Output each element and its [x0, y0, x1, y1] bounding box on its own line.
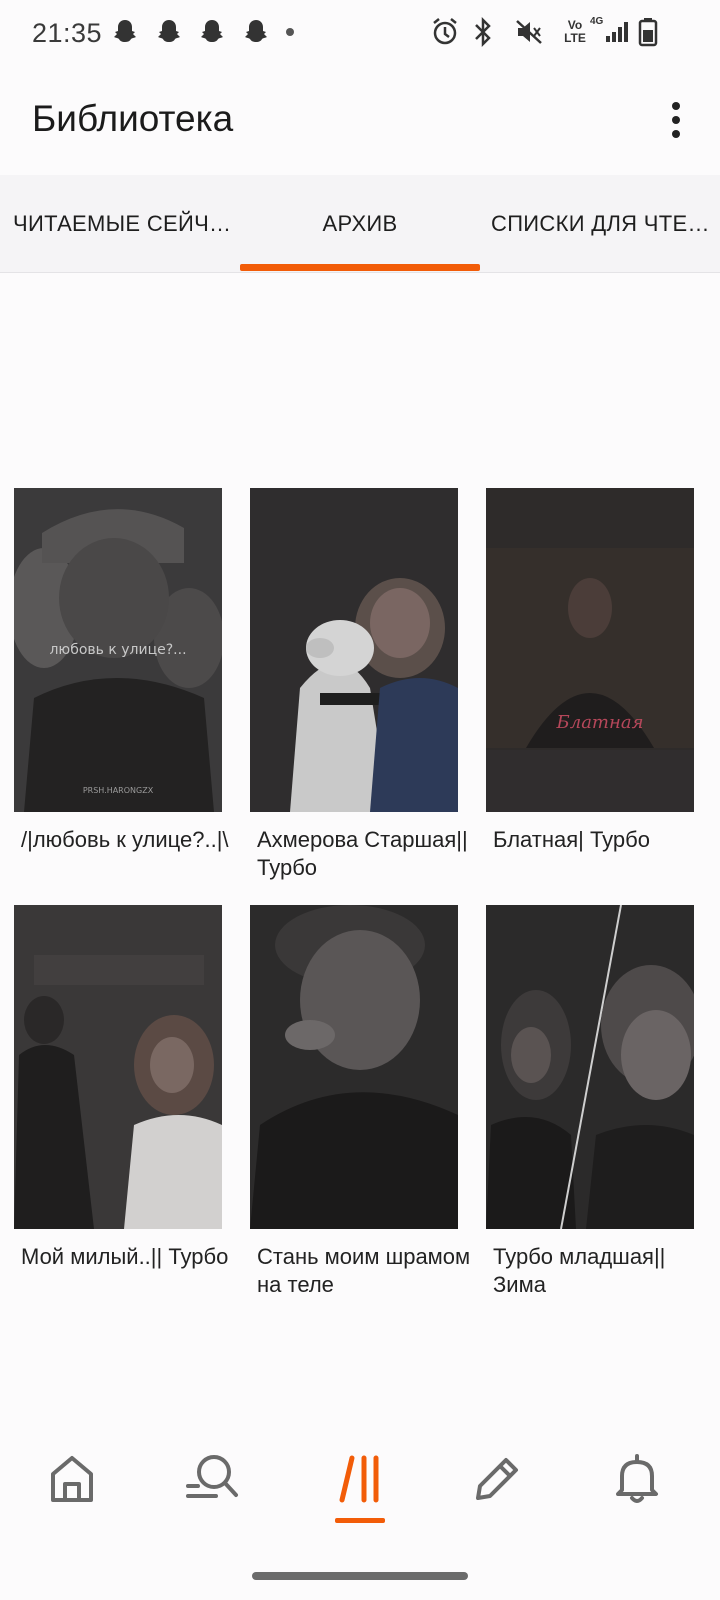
- battery-icon: [638, 18, 658, 47]
- signal-icon: [606, 22, 628, 42]
- home-icon: [51, 1456, 93, 1502]
- volte-bottom-label: LTE: [564, 31, 586, 45]
- story-cover-image: [250, 905, 458, 1229]
- status-time: 21:35: [32, 18, 103, 48]
- active-nav-indicator: [335, 1518, 385, 1523]
- library-icon: [339, 1455, 379, 1503]
- nav-write[interactable]: [450, 1452, 540, 1552]
- cover-text: любовь к улице?...: [49, 642, 186, 658]
- nav-search[interactable]: [167, 1452, 257, 1552]
- mute-icon: [516, 20, 542, 44]
- bottom-navigation: [0, 1452, 720, 1572]
- story-title[interactable]: Ахмерова Старшая||Турбо: [257, 826, 472, 882]
- app-bar: Библиотека: [0, 66, 720, 174]
- page-title: Библиотека: [32, 98, 234, 139]
- tab-reading-lists[interactable]: СПИСКИ ДЛЯ ЧТЕ…: [480, 175, 720, 273]
- write-icon: [476, 1458, 518, 1500]
- story-cover-image: любовь к улице?... PRSH.HARONGZX: [14, 488, 222, 812]
- more-dot-icon: [672, 130, 680, 138]
- cover-footer: PRSH.HARONGZX: [83, 786, 154, 795]
- story-title[interactable]: Мой милый..|| Турбо: [21, 1243, 236, 1271]
- story-cover-image: [14, 905, 222, 1229]
- cover-text: Блатная: [556, 712, 644, 733]
- nav-notifications[interactable]: [592, 1452, 682, 1552]
- active-tab-indicator: [240, 264, 480, 271]
- story-title[interactable]: Стань моим шрамом на теле: [257, 1243, 472, 1299]
- tab-reading-now[interactable]: ЧИТАЕМЫЕ СЕЙЧ…: [0, 175, 240, 273]
- snapchat-icon: [114, 20, 136, 42]
- story-title[interactable]: Турбо младшая|| Зима: [493, 1243, 708, 1299]
- volte-icon: Vo LTE: [563, 16, 587, 48]
- search-icon: [186, 1455, 238, 1498]
- snapchat-icon: [245, 20, 267, 42]
- notifications-icon: [616, 1454, 658, 1503]
- library-tabs: ЧИТАЕМЫЕ СЕЙЧ… АРХИВ СПИСКИ ДЛЯ ЧТЕ…: [0, 175, 720, 273]
- more-dot-icon: [672, 116, 680, 124]
- more-options-button[interactable]: [656, 100, 696, 140]
- status-bar: 21:35 Vo LTE 4G: [0, 0, 720, 66]
- nav-library[interactable]: [315, 1452, 405, 1552]
- story-cover-image: [486, 905, 694, 1229]
- snapchat-icon: [158, 20, 180, 42]
- bluetooth-icon: [475, 16, 491, 48]
- story-cover-image: Блатная: [486, 488, 694, 812]
- story-title[interactable]: /|любовь к улице?..|\: [21, 826, 236, 854]
- tab-archive[interactable]: АРХИВ: [240, 175, 480, 273]
- nav-home[interactable]: [27, 1452, 117, 1552]
- more-dot-icon: [672, 102, 680, 110]
- snapchat-icon: [201, 20, 223, 42]
- more-notifications-dot: [286, 28, 294, 36]
- alarm-icon: [433, 18, 457, 45]
- story-title[interactable]: Блатная| Турбо: [493, 826, 708, 854]
- gesture-home-bar[interactable]: [252, 1572, 468, 1580]
- story-cover-image: [250, 488, 458, 812]
